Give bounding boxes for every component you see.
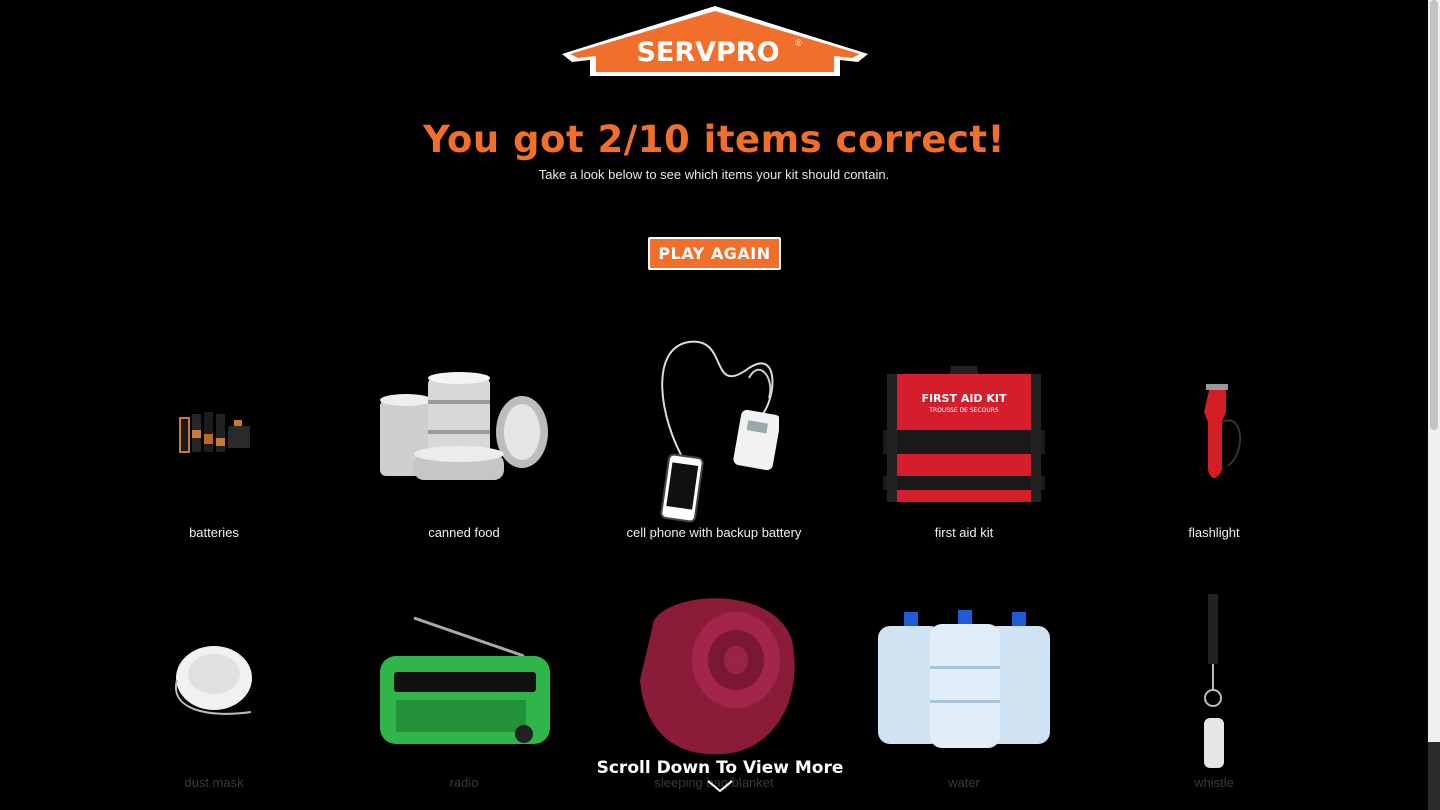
play-again-button[interactable]: PLAY AGAIN — [648, 237, 781, 270]
sleeping-bag-icon — [589, 590, 839, 760]
item-label: first aid kit — [934, 525, 994, 540]
scrollbar-track-bottom — [1428, 742, 1440, 810]
svg-text:TROUSSE DE SECOURS: TROUSSE DE SECOURS — [928, 407, 999, 414]
batteries-icon — [89, 400, 339, 460]
radio-icon — [339, 616, 589, 746]
item-label: canned food — [428, 525, 500, 540]
scroll-hint: Scroll Down To View More — [596, 758, 844, 778]
water-jugs-icon — [839, 610, 1089, 750]
item-label: batteries — [189, 525, 239, 540]
scrollbar-thumb[interactable] — [1430, 0, 1438, 430]
servpro-logo: SERVPRO ® — [558, 4, 872, 78]
svg-text:FIRST AID KIT: FIRST AID KIT — [921, 392, 1007, 405]
first-aid-kit-icon: FIRST AID KIT TROUSSE DE SECOURS — [839, 358, 1089, 508]
item-label: flashlight — [1188, 525, 1240, 540]
cell-phone-icon — [589, 338, 839, 524]
dust-mask-icon — [89, 640, 339, 720]
flashlight-icon — [1089, 382, 1339, 482]
logo-text: SERVPRO — [636, 37, 779, 68]
chevron-down-icon[interactable] — [706, 778, 734, 793]
result-subtext: Take a look below to see which items you… — [538, 167, 890, 182]
whistle-icon — [1089, 594, 1339, 770]
item-label: cell phone with backup battery — [626, 525, 802, 540]
scrollbar[interactable] — [1428, 0, 1440, 810]
svg-text:®: ® — [794, 39, 803, 49]
canned-food-icon — [339, 370, 589, 490]
result-headline: You got 2/10 items correct! — [423, 118, 1005, 161]
